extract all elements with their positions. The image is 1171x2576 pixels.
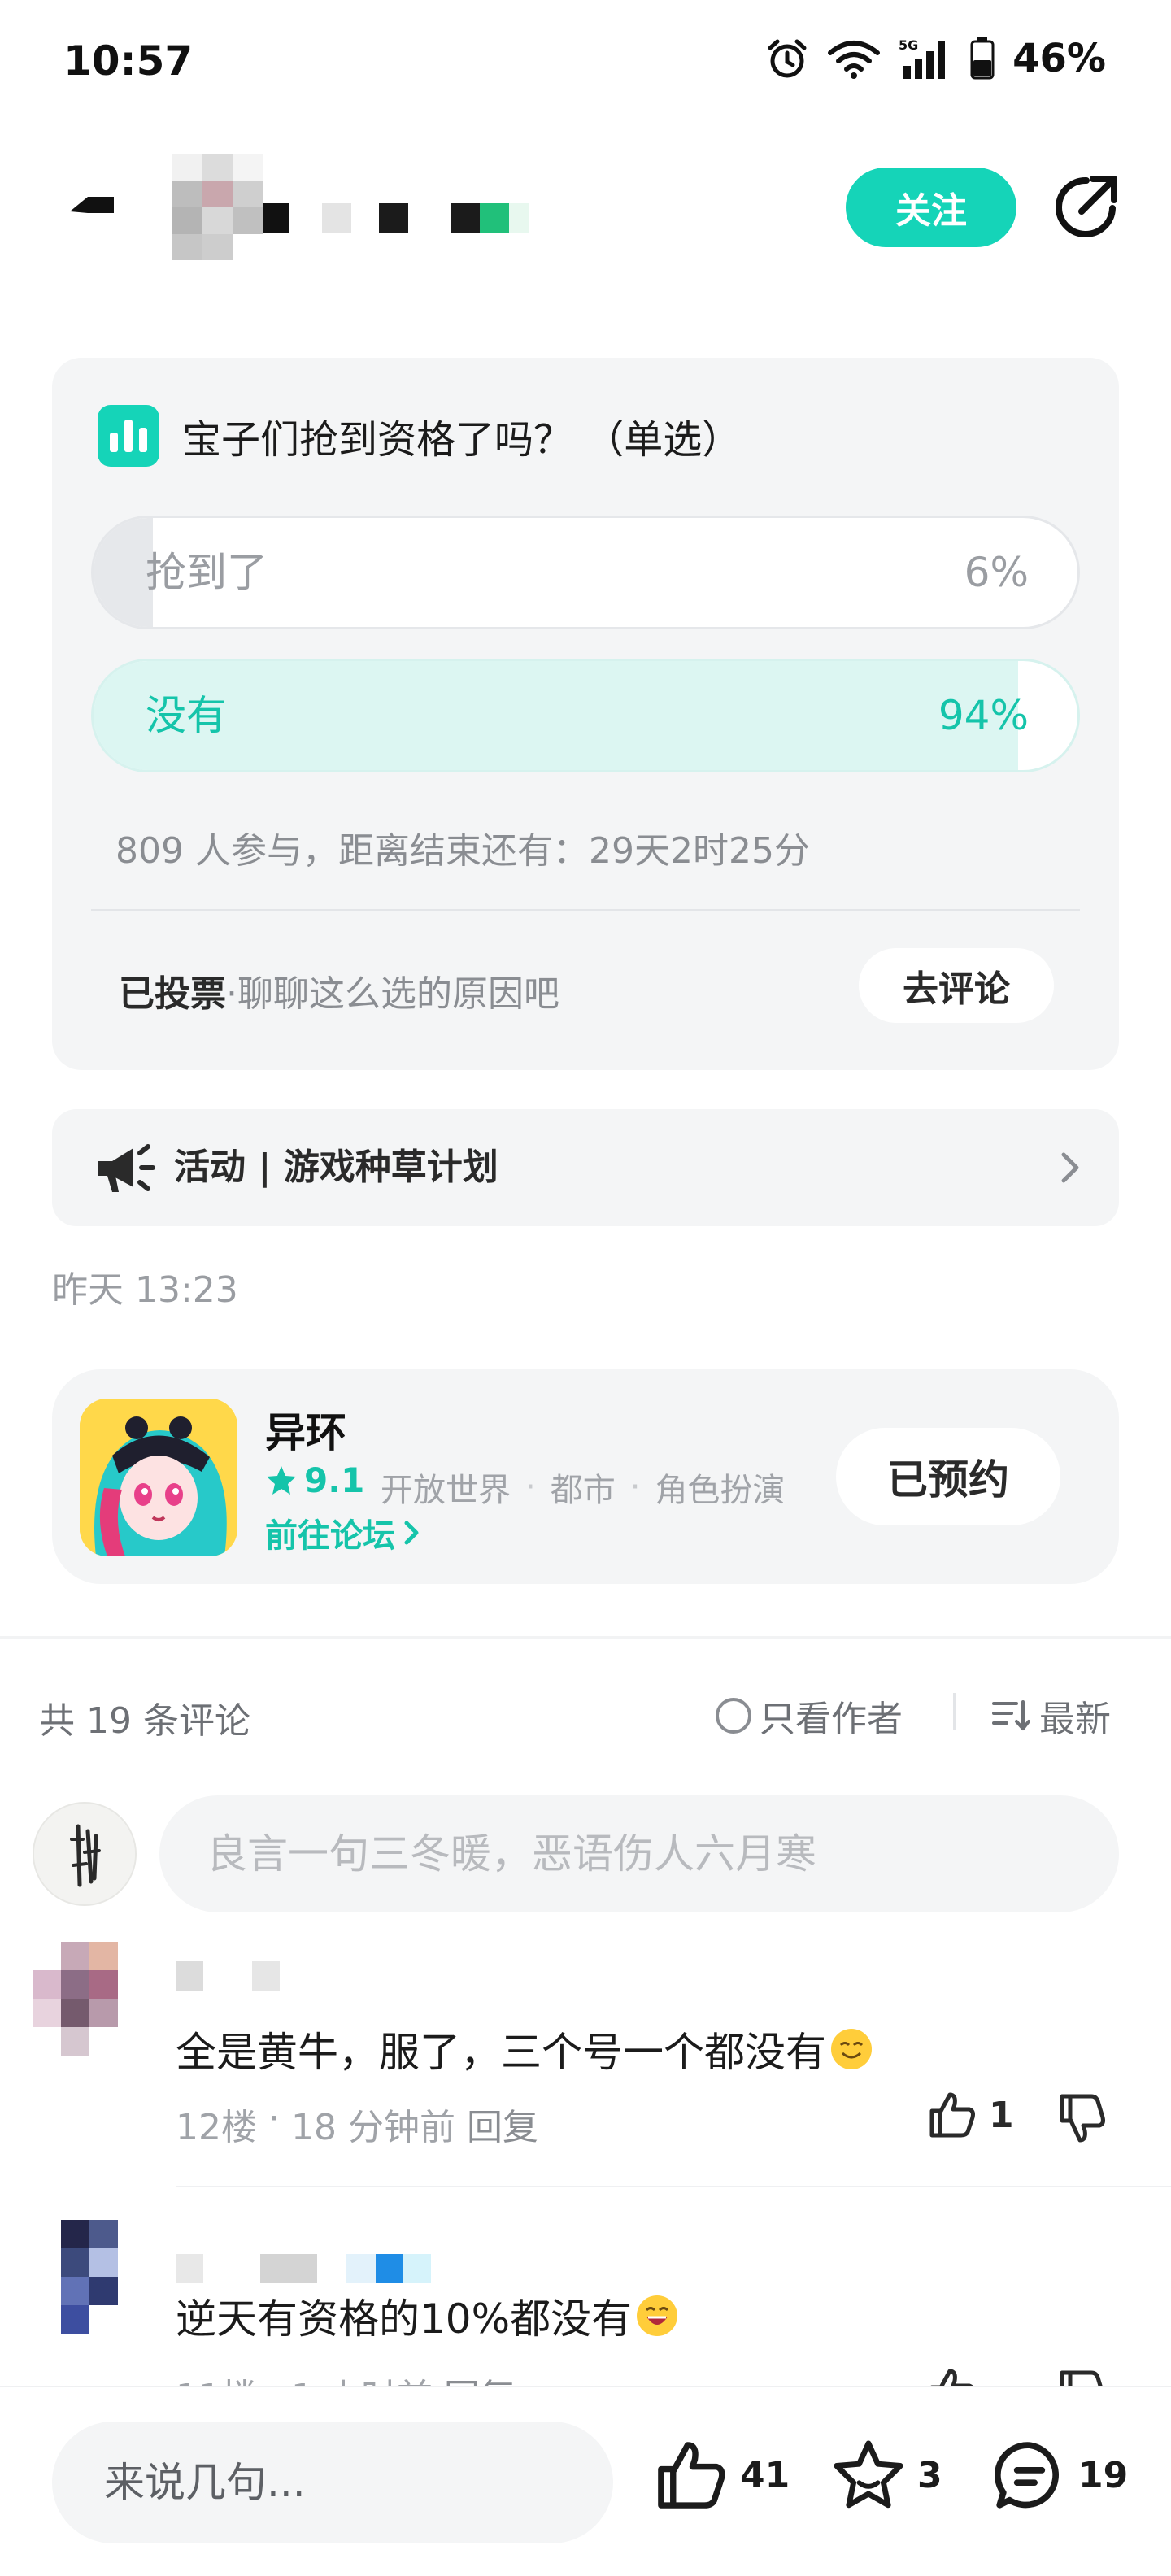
poll-option-1-fill [94,518,153,627]
comment-like-button[interactable]: 1 [927,2090,1014,2140]
sort-separator [953,1693,956,1730]
poll-voted-status: 已投票·聊聊这么选的原因吧 [119,964,559,1016]
status-icons: 5G 46% [765,36,1106,81]
grin-emoji-icon [637,2295,678,2336]
game-card[interactable]: 异环 9.1 开放世界 · 都市 · 角色扮演 前往论坛 已预约 [52,1369,1119,1584]
author-avatar[interactable] [172,154,263,260]
cellular-signal-icon: 5G [899,37,946,79]
comment-meta: 12楼 · 18 分钟前 回复 [176,2098,538,2150]
poll-title: 宝子们抢到资格了吗？ （单选） [182,417,742,463]
poll-option-2-fill [94,661,1019,770]
go-comment-button[interactable]: 去评论 [859,948,1054,1023]
game-forum-label: 前往论坛 [265,1517,395,1555]
comment-text: 逆天有资格的10%都没有 [176,2287,678,2345]
battery-icon [970,37,995,80]
activity-label: 活动 | 游戏种草计划 [174,1147,498,1188]
status-time: 10:57 [63,37,194,85]
thumbs-down-icon[interactable] [1054,2090,1112,2148]
poll-option-2-label: 没有 [146,692,227,739]
comment-floor: 12楼 [176,2107,257,2148]
wifi-icon [828,41,881,79]
reply-button[interactable]: 回复 [467,2098,538,2150]
only-author-toggle[interactable]: 只看作者 [716,1690,903,1742]
bottom-comment-input[interactable]: 来说几句... [52,2422,613,2543]
game-tags: 开放世界 · 都市 · 角色扮演 [381,1464,785,1511]
share-icon[interactable] [1049,171,1122,244]
comment-time: 18 分钟前 [291,2107,455,2148]
sort-label: 最新 [1039,1699,1111,1740]
game-forum-link[interactable]: 前往论坛 [265,1509,423,1556]
voted-prompt: ·聊聊这么选的原因吧 [226,973,559,1015]
star-outline-icon [834,2440,903,2509]
game-app-icon[interactable] [80,1399,237,1556]
post-favorite-button[interactable]: 3 [831,2438,942,2513]
section-divider [0,1636,1171,1639]
status-bar: 10:57 5G 46% [0,0,1171,130]
poll-header: 宝子们抢到资格了吗？ （单选） [98,405,741,467]
comment-body: 全是黄牛，服了，三个号一个都没有 [176,2029,826,2076]
commenter-name-pixelated[interactable] [176,1961,280,1991]
tag-separator: · [629,1469,641,1506]
radio-icon [716,1698,751,1734]
svg-text:5G: 5G [899,37,918,53]
comment-input[interactable] [159,1795,1119,1912]
poll-stats: 809 人参与，距离结束还有：29天2时25分 [115,830,810,872]
thumbs-up-icon [929,2092,975,2138]
current-user-avatar[interactable] [33,1802,137,1906]
post-comment-count: 19 [1078,2454,1129,2496]
back-arrow-icon[interactable] [63,179,120,236]
game-rating: 9.1 [265,1460,364,1500]
comment-divider [176,2186,1171,2187]
chevron-right-icon [1061,1152,1079,1183]
meta-separator: · [268,2098,280,2139]
megaphone-icon [98,1144,155,1192]
commenter-name-pixelated[interactable] [176,2254,431,2283]
author-name-pixelated[interactable] [263,203,529,233]
game-rating-value: 9.1 [304,1460,365,1500]
voted-label: 已投票 [119,973,226,1015]
thumbs-up-icon [658,2442,725,2509]
post-comment-button[interactable]: 19 [992,2438,1128,2513]
game-tag: 角色扮演 [655,1472,786,1509]
smile-emoji-icon [831,2029,872,2069]
poll-divider [91,909,1080,911]
star-icon [267,1465,296,1495]
comment-text: 全是黄牛，服了，三个号一个都没有 [176,2020,872,2078]
comment-body: 逆天有资格的10%都没有 [176,2295,633,2343]
tag-separator: · [525,1469,536,1506]
activity-banner[interactable]: 活动 | 游戏种草计划 [52,1109,1119,1226]
post-favorite-count: 3 [917,2454,942,2496]
post-timestamp: 昨天 13:23 [52,1269,238,1311]
commenter-avatar[interactable] [33,1942,146,2056]
chevron-right-icon [404,1521,419,1545]
comment-like-count: 1 [989,2094,1014,2136]
poll-option-1-label: 抢到了 [146,549,268,596]
sort-icon [992,1700,1030,1730]
bottom-action-bar: 来说几句... 41 3 19 [0,2386,1171,2576]
sort-latest-button[interactable]: 最新 [992,1690,1111,1742]
commenter-avatar[interactable] [33,2220,146,2334]
game-tag: 都市 [550,1472,616,1509]
alarm-icon [768,39,807,78]
game-tag: 开放世界 [381,1472,511,1509]
game-name: 异环 [265,1409,346,1456]
follow-button[interactable]: 关注 [846,168,1016,247]
poll-option-1[interactable]: 抢到了 6% [91,516,1080,629]
poll-option-2-percent: 94% [938,692,1029,739]
poll-option-2[interactable]: 没有 94% [91,659,1080,772]
comments-count: 共 19 条评论 [39,1700,250,1742]
poll-option-1-percent: 6% [964,549,1029,596]
reserved-button[interactable]: 已预约 [836,1428,1060,1525]
comment-bubble-icon [995,2442,1059,2509]
poll-chart-icon [98,405,159,467]
post-like-count: 41 [740,2454,790,2496]
poll-card: 宝子们抢到资格了吗？ （单选） 抢到了 6% 没有 94% 809 人参与，距离… [52,358,1119,1070]
only-author-label: 只看作者 [760,1699,903,1740]
post-like-button[interactable]: 41 [654,2438,790,2513]
battery-percent: 46% [1012,36,1106,81]
post-header: 关注 [0,154,1171,268]
